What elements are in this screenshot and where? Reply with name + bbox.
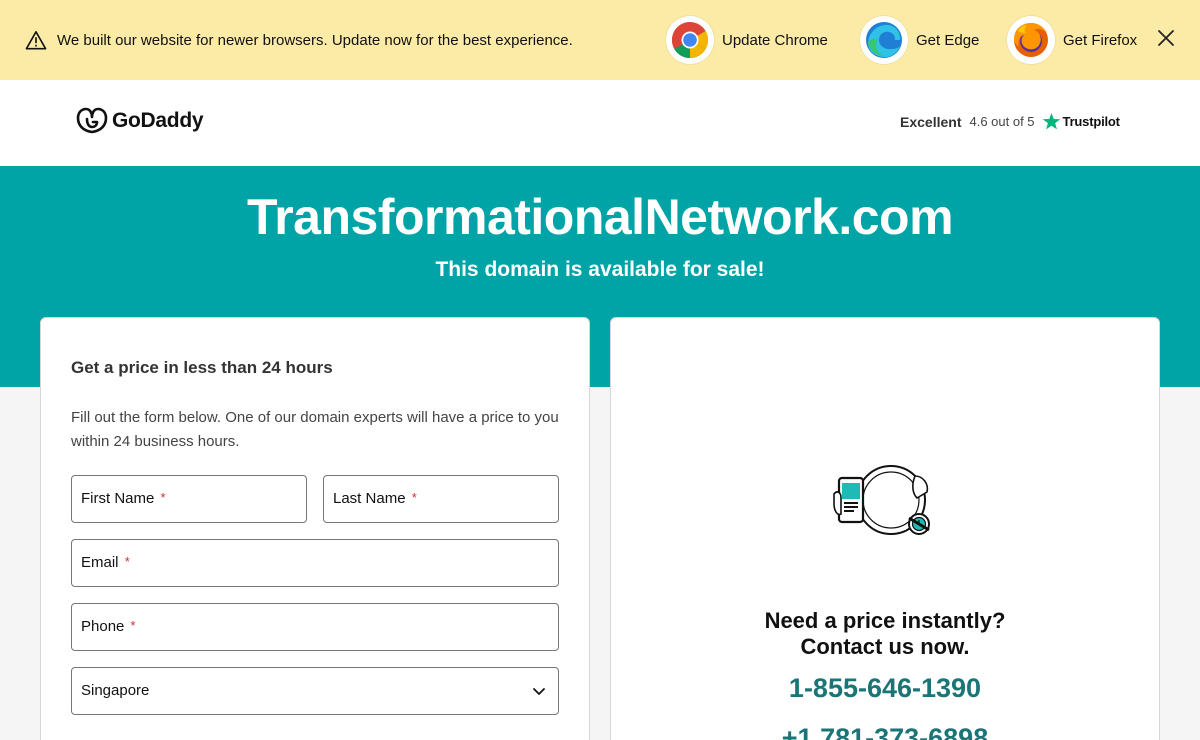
phone-number-primary[interactable]: 1-855-646-1390: [611, 673, 1159, 704]
last-name-label: Last Name: [333, 490, 406, 507]
last-name-field[interactable]: Last Name *: [323, 475, 559, 523]
trustpilot-brand: Trustpilot: [1062, 114, 1120, 129]
phone-label: Phone: [81, 618, 125, 635]
chevron-down-icon: [533, 688, 545, 695]
update-chrome-label: Update Chrome: [722, 31, 828, 49]
chrome-icon: [666, 16, 714, 64]
get-edge-label: Get Edge: [916, 31, 980, 49]
required-marker: *: [411, 490, 417, 505]
form-title: Get a price in less than 24 hours: [71, 358, 333, 377]
edge-icon: [860, 16, 908, 64]
price-request-card: Get a price in less than 24 hours Fill o…: [40, 317, 590, 740]
form-description: Fill out the form below. One of our doma…: [71, 409, 559, 450]
domain-title: TransformationalNetwork.com: [246, 189, 954, 245]
update-chrome-link[interactable]: Update Chrome: [666, 16, 828, 64]
country-select[interactable]: Singapore: [71, 667, 559, 715]
hero-subtitle: This domain is available for sale!: [435, 258, 765, 281]
banner-warning-text: We built our website for newer browsers.…: [57, 32, 573, 49]
phone-field[interactable]: Phone *: [71, 603, 559, 651]
required-marker: *: [124, 554, 130, 569]
close-icon[interactable]: [1155, 27, 1177, 49]
first-name-field[interactable]: First Name *: [71, 475, 307, 523]
first-name-placeholder: First Name *: [81, 490, 166, 507]
get-edge-link[interactable]: Get Edge: [860, 16, 979, 64]
browser-update-banner: We built our website for newer browsers.…: [0, 0, 1200, 80]
required-marker: *: [160, 490, 166, 505]
email-label: Email: [81, 554, 119, 571]
last-name-placeholder: Last Name *: [333, 490, 417, 507]
site-header: GoDaddy Excellent 4.6 out of 5 Trustpilo…: [0, 80, 1200, 166]
godaddy-logo[interactable]: GoDaddy: [76, 107, 204, 135]
contact-heading-line2: Contact us now.: [800, 634, 970, 659]
contact-card: Need a price instantly? Contact us now. …: [610, 317, 1160, 740]
trustpilot-rating[interactable]: Excellent 4.6 out of 5 Trustpilot: [900, 112, 1120, 131]
firefox-icon: [1007, 16, 1055, 64]
trustpilot-rating-word: Excellent: [900, 113, 962, 130]
country-selected-value: Singapore: [81, 682, 150, 699]
warning-icon: [25, 31, 47, 50]
phone-placeholder: Phone *: [81, 618, 136, 635]
phone-number-secondary[interactable]: +1 781-373-6898: [611, 723, 1159, 740]
email-placeholder: Email *: [81, 554, 130, 571]
trustpilot-star-icon: [1042, 112, 1060, 130]
get-firefox-label: Get Firefox: [1063, 31, 1138, 49]
trustpilot-score: 4.6 out of 5: [969, 114, 1035, 129]
first-name-label: First Name: [81, 490, 155, 507]
contact-heading: Need a price instantly? Contact us now.: [611, 608, 1159, 660]
required-marker: *: [130, 618, 136, 633]
godaddy-logo-icon: [76, 107, 108, 134]
get-firefox-link[interactable]: Get Firefox: [1007, 16, 1137, 64]
godaddy-wordmark: GoDaddy: [112, 109, 204, 132]
email-field[interactable]: Email *: [71, 539, 559, 587]
contact-heading-line1: Need a price instantly?: [764, 608, 1006, 633]
phone-support-illustration: [833, 465, 930, 535]
